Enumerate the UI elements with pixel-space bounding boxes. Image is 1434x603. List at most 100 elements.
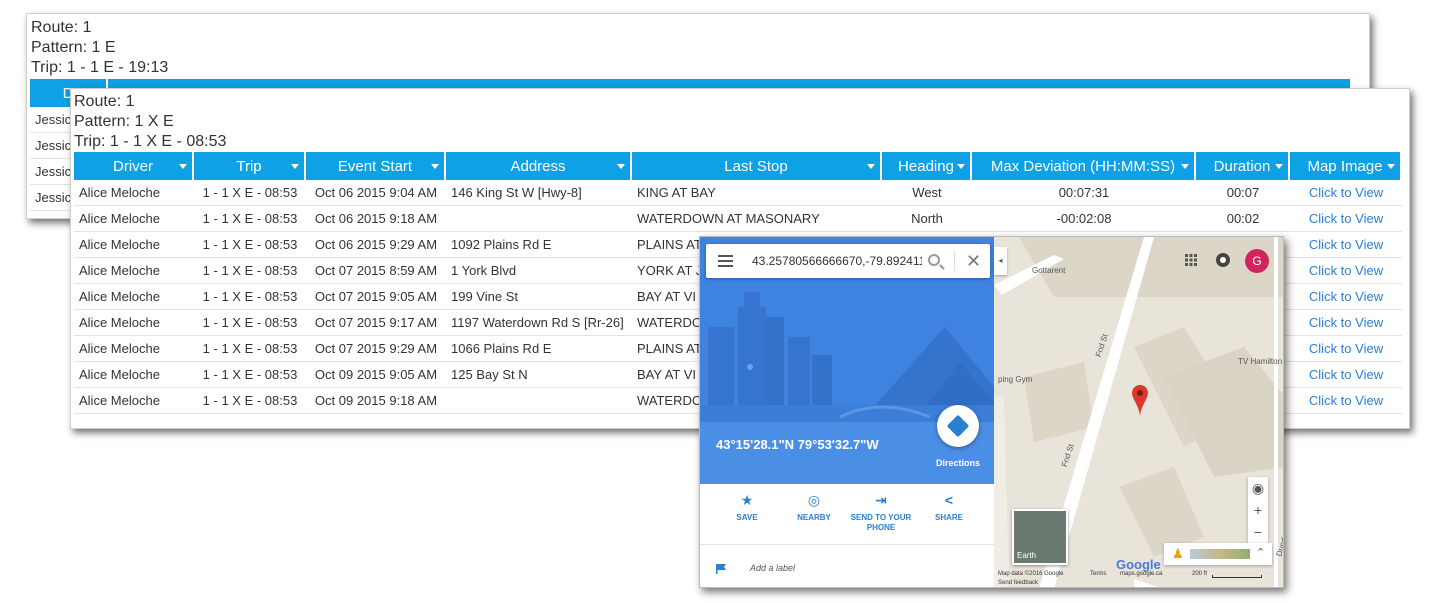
- search-icon[interactable]: [928, 254, 940, 266]
- sort-caret-icon[interactable]: [1275, 164, 1283, 169]
- trip-label: Trip: 1 - 1 E - 19:13: [31, 59, 169, 76]
- star-icon: ★: [740, 492, 754, 508]
- cell-driver: Alice Meloche: [74, 336, 194, 362]
- poi-gym[interactable]: ping Gym: [998, 375, 1032, 384]
- click-to-view-link[interactable]: Click to View: [1309, 341, 1383, 356]
- cell-event-start: Oct 07 2015 9:17 AM: [306, 310, 446, 336]
- scale-bar: [1212, 575, 1262, 578]
- click-to-view-link[interactable]: Click to View: [1309, 185, 1383, 200]
- menu-icon[interactable]: [718, 255, 733, 267]
- sort-caret-icon[interactable]: [1387, 164, 1395, 169]
- pegman-icon[interactable]: ♟: [1172, 546, 1184, 562]
- layers-strip[interactable]: ♟ ⌃: [1164, 543, 1272, 565]
- zoom-in-button[interactable]: +: [1248, 499, 1268, 521]
- route-label: Route: 1: [31, 19, 92, 36]
- cell-event-start: Oct 07 2015 9:05 AM: [306, 284, 446, 310]
- expand-icon[interactable]: ⌃: [1256, 546, 1265, 559]
- click-to-view-link[interactable]: Click to View: [1309, 393, 1383, 408]
- directions-icon: [946, 414, 970, 438]
- cell-trip: 1 - 1 X E - 08:53: [194, 336, 306, 362]
- click-to-view-link[interactable]: Click to View: [1309, 367, 1383, 382]
- map-footer: Map data ©2016 Google Terms maps.google.…: [994, 569, 1283, 587]
- cell-last-stop: WATERDOWN AT MASONARY: [632, 206, 882, 232]
- cell-last-stop: KING AT BAY: [632, 180, 882, 206]
- column-header-driver[interactable]: Driver: [74, 152, 194, 180]
- cell-event-start: Oct 06 2015 9:29 AM: [306, 232, 446, 258]
- cell-address: [446, 388, 632, 414]
- share-button[interactable]: < SHARE: [914, 493, 984, 523]
- search-input[interactable]: 43.25780566666670,-79.892411: [752, 254, 922, 268]
- avatar[interactable]: G: [1245, 249, 1269, 273]
- add-label-row[interactable]: Add a label: [716, 563, 795, 574]
- nearby-button[interactable]: ◎ NEARBY: [779, 493, 849, 523]
- cell-address: 125 Bay St N: [446, 362, 632, 388]
- cell-driver: Alice Meloche: [74, 206, 194, 232]
- map-pin-icon[interactable]: [1132, 385, 1148, 417]
- cell-event-start: Oct 07 2015 8:59 AM: [306, 258, 446, 284]
- cell-address: 1066 Plains Rd E: [446, 336, 632, 362]
- cell-trip: 1 - 1 X E - 08:53: [194, 388, 306, 414]
- flag-icon: [716, 563, 726, 574]
- cell-max-dev: 00:07:31: [972, 180, 1196, 206]
- collapse-panel-button[interactable]: ◂: [994, 247, 1007, 275]
- earth-view-toggle[interactable]: Earth: [1012, 509, 1068, 565]
- sort-caret-icon[interactable]: [617, 164, 625, 169]
- place-hero: 43.25780566666670,-79.892411 ✕ 43°15'28.…: [700, 237, 994, 484]
- table-row: Alice Meloche 1 - 1 X E - 08:53 Oct 06 201…: [74, 180, 1402, 206]
- table-row: Alice Meloche 1 - 1 X E - 08:53 Oct 06 201…: [74, 206, 1402, 232]
- sort-caret-icon[interactable]: [291, 164, 299, 169]
- imagery-thumbnails[interactable]: [1190, 549, 1250, 559]
- zoom-out-button[interactable]: −: [1248, 521, 1268, 543]
- notifications-icon[interactable]: [1216, 253, 1230, 267]
- poi-tv-hamilton[interactable]: TV Hamilton: [1238, 357, 1282, 366]
- map-search-box[interactable]: 43.25780566666670,-79.892411 ✕: [706, 244, 990, 278]
- click-to-view-link[interactable]: Click to View: [1309, 289, 1383, 304]
- zoom-controls: ◉ + −: [1248, 477, 1268, 543]
- cell-driver: Alice Meloche: [74, 232, 194, 258]
- column-header-last-stop[interactable]: Last Stop: [632, 152, 882, 180]
- save-button[interactable]: ★ SAVE: [712, 493, 782, 523]
- cell-address: 1 York Blvd: [446, 258, 632, 284]
- poi-gottarent[interactable]: Gottarent: [1032, 266, 1065, 275]
- directions-button[interactable]: [937, 405, 979, 447]
- cell-event-start: Oct 09 2015 9:05 AM: [306, 362, 446, 388]
- sort-caret-icon[interactable]: [179, 164, 187, 169]
- cell-address: 199 Vine St: [446, 284, 632, 310]
- column-header-duration[interactable]: Duration: [1196, 152, 1290, 180]
- sort-caret-icon[interactable]: [957, 164, 965, 169]
- close-icon[interactable]: ✕: [966, 251, 981, 272]
- pattern-label: Pattern: 1 E: [31, 39, 116, 56]
- column-header-heading[interactable]: Heading: [882, 152, 972, 180]
- cell-event-start: Oct 09 2015 9:18 AM: [306, 388, 446, 414]
- cell-address: 146 King St W [Hwy-8]: [446, 180, 632, 206]
- cell-driver: Alice Meloche: [74, 388, 194, 414]
- sort-caret-icon[interactable]: [1181, 164, 1189, 169]
- share-icon: <: [944, 492, 954, 508]
- click-to-view-link[interactable]: Click to View: [1309, 237, 1383, 252]
- click-to-view-link[interactable]: Click to View: [1309, 211, 1383, 226]
- place-panel: 43.25780566666670,-79.892411 ✕ 43°15'28.…: [700, 237, 994, 587]
- map-popup: Gottarent Frid St Frid St ping Gym TV Ha…: [699, 236, 1284, 588]
- cell-driver: Alice Meloche: [74, 258, 194, 284]
- cell-trip: 1 - 1 X E - 08:53: [194, 180, 306, 206]
- my-location-icon[interactable]: ◉: [1248, 477, 1268, 499]
- cell-trip: 1 - 1 X E - 08:53: [194, 310, 306, 336]
- sort-caret-icon[interactable]: [431, 164, 439, 169]
- column-header-trip[interactable]: Trip: [194, 152, 306, 180]
- directions-label: Directions: [936, 458, 981, 468]
- apps-grid-icon[interactable]: [1185, 254, 1197, 266]
- location-icon: ◎: [807, 492, 821, 508]
- click-to-view-link[interactable]: Click to View: [1309, 315, 1383, 330]
- pattern-label: Pattern: 1 X E: [74, 113, 174, 130]
- cell-duration: 00:07: [1196, 180, 1290, 206]
- send-to-phone-button[interactable]: ⇥ SEND TO YOUR PHONE: [846, 493, 916, 533]
- column-header-address[interactable]: Address: [446, 152, 632, 180]
- sort-caret-icon[interactable]: [867, 164, 875, 169]
- column-header-event-start[interactable]: Event Start: [306, 152, 446, 180]
- click-to-view-link[interactable]: Click to View: [1309, 263, 1383, 278]
- column-header-map-image[interactable]: Map Image: [1290, 152, 1402, 180]
- back-route-info: Route: 1 Pattern: 1 E Trip: 1 - 1 E - 19…: [27, 14, 1369, 78]
- column-header-max-deviation[interactable]: Max Deviation (HH:MM:SS): [972, 152, 1196, 180]
- cell-event-start: Oct 06 2015 9:04 AM: [306, 180, 446, 206]
- cell-trip: 1 - 1 X E - 08:53: [194, 284, 306, 310]
